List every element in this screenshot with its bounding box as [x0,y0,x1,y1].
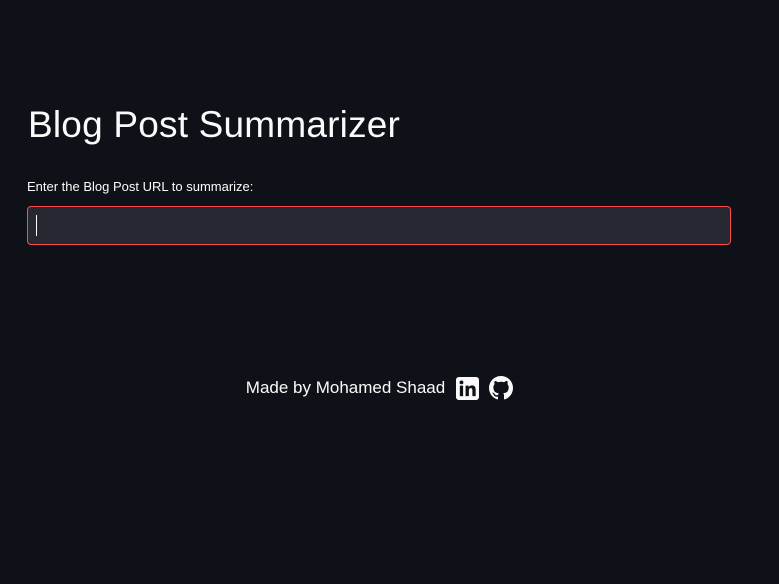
linkedin-icon [455,376,479,400]
text-caret [36,215,37,236]
footer: Made by Mohamed Shaad [0,376,759,400]
footer-credit: Made by Mohamed Shaad [245,378,446,397]
linkedin-link[interactable] [455,376,479,400]
blog-url-input[interactable] [27,206,731,245]
page-title: Blog Post Summarizer [28,104,401,145]
url-input-label: Enter the Blog Post URL to summarize: [27,179,254,194]
github-link[interactable] [489,376,514,400]
app-page: Blog Post Summarizer Enter the Blog Post… [0,0,779,584]
github-icon [489,376,514,400]
